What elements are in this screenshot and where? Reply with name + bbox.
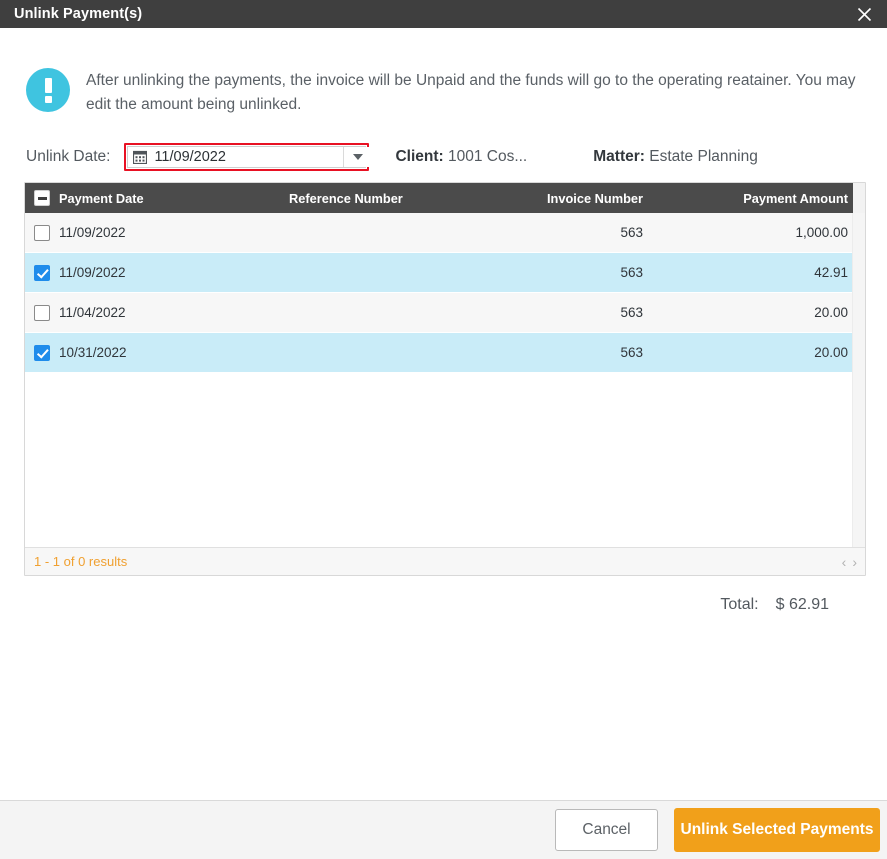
close-icon: [857, 7, 871, 21]
info-exclamation-icon: [26, 68, 70, 112]
filter-row: Unlink Date: 11/09/2022 Client: 1001 Cos…: [22, 117, 865, 172]
dialog-title: Unlink Payment(s): [14, 5, 143, 22]
row-checkbox-cell[interactable]: [25, 344, 57, 361]
row-checkbox[interactable]: [34, 264, 50, 281]
row-checkbox-cell[interactable]: [25, 304, 57, 321]
unlink-selected-payments-button[interactable]: Unlink Selected Payments: [674, 808, 880, 852]
cell-invoice-number: 563: [620, 265, 643, 281]
row-checkbox[interactable]: [34, 344, 50, 361]
grid-body: 11/09/2022 563 1,000.00 11/09/2022 563 42.91 1…: [25, 213, 865, 548]
cell-payment-date: 10/31/2022: [59, 345, 127, 361]
results-count: 1 - 1 of 0 results: [34, 554, 128, 570]
grid-header-row: Payment Date Reference Number Invoice Nu…: [25, 183, 865, 214]
table-row[interactable]: 11/09/2022 563 42.91: [25, 253, 865, 294]
cell-payment-amount: 42.91: [814, 265, 848, 281]
matter-label: Matter:: [593, 148, 645, 166]
row-checkbox[interactable]: [34, 224, 50, 241]
select-all-checkbox[interactable]: [34, 190, 50, 207]
close-button[interactable]: [841, 0, 887, 28]
payments-grid: Payment Date Reference Number Invoice Nu…: [24, 182, 866, 577]
cell-payment-date: 11/09/2022: [59, 225, 126, 241]
grid-footer: 1 - 1 of 0 results ‹ ›: [25, 547, 865, 576]
matter-info: Matter: Estate Planning: [593, 148, 758, 166]
column-header-payment-amount[interactable]: Payment Amount: [650, 191, 865, 206]
table-row[interactable]: 11/04/2022 563 20.00: [25, 293, 865, 334]
notice-banner: After unlinking the payments, the invoic…: [22, 28, 865, 117]
column-header-invoice-number[interactable]: Invoice Number: [410, 191, 650, 206]
cell-invoice-number: 563: [620, 225, 643, 241]
column-header-reference-number[interactable]: Reference Number: [289, 191, 410, 206]
calendar-icon[interactable]: [128, 150, 152, 165]
chevron-right-icon[interactable]: ›: [852, 555, 857, 569]
row-checkbox-cell[interactable]: [25, 264, 57, 281]
client-info: Client: 1001 Cos...: [395, 148, 527, 166]
cell-invoice-number: 563: [620, 305, 643, 321]
cancel-button[interactable]: Cancel: [555, 809, 658, 851]
table-row[interactable]: 11/09/2022 563 1,000.00: [25, 213, 865, 254]
row-checkbox[interactable]: [34, 304, 50, 321]
pagination: ‹ ›: [842, 555, 857, 569]
column-header-payment-date[interactable]: Payment Date: [57, 191, 289, 206]
chevron-down-icon[interactable]: [343, 147, 372, 168]
matter-value: Estate Planning: [649, 148, 758, 166]
dialog-titlebar: Unlink Payment(s): [0, 0, 887, 28]
unlink-date-picker[interactable]: [124, 143, 372, 172]
unlink-payments-dialog: Unlink Payment(s) After unlinking the pa…: [0, 0, 887, 859]
notice-message: After unlinking the payments, the invoic…: [86, 72, 856, 114]
cell-payment-amount: 20.00: [814, 345, 848, 361]
cell-payment-date: 11/04/2022: [59, 305, 126, 321]
total-row: Total: $ 62.91: [22, 576, 865, 614]
unlink-date-input[interactable]: [152, 147, 344, 168]
dialog-body: After unlinking the payments, the invoic…: [0, 28, 887, 800]
total-label: Total:: [720, 596, 759, 614]
row-checkbox-cell[interactable]: [25, 224, 57, 241]
select-all-checkbox-cell[interactable]: [25, 190, 57, 207]
dialog-footer: Cancel Unlink Selected Payments: [0, 800, 887, 859]
client-value: 1001 Cos...: [447, 148, 528, 166]
unlink-date-label: Unlink Date:: [26, 148, 111, 166]
table-row[interactable]: 10/31/2022 563 20.00: [25, 333, 865, 374]
client-label: Client:: [395, 148, 444, 166]
cell-payment-amount: 20.00: [814, 305, 848, 321]
total-value: $ 62.91: [775, 596, 829, 614]
cell-invoice-number: 563: [620, 345, 643, 361]
cell-payment-amount: 1,000.00: [795, 225, 848, 241]
cell-payment-date: 11/09/2022: [59, 265, 126, 281]
chevron-left-icon[interactable]: ‹: [842, 555, 847, 569]
